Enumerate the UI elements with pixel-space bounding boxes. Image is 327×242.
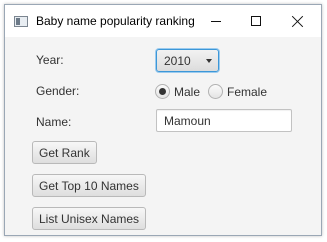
app-window: Baby name popularity ranking Year: 2010 …: [4, 4, 322, 236]
minimize-icon: [211, 20, 221, 22]
app-window-icon: [14, 16, 28, 27]
female-radio-label[interactable]: Female: [227, 85, 267, 99]
list-unisex-names-button[interactable]: List Unisex Names: [32, 207, 147, 230]
title-bar[interactable]: Baby name popularity ranking: [5, 5, 321, 37]
minimize-button[interactable]: [196, 5, 236, 37]
name-label: Name:: [36, 115, 72, 129]
close-icon: [292, 16, 303, 27]
get-rank-button[interactable]: Get Rank: [32, 141, 97, 164]
gender-label: Gender:: [36, 84, 80, 98]
close-button[interactable]: [277, 5, 317, 37]
maximize-icon: [251, 16, 261, 26]
male-radio-label[interactable]: Male: [174, 85, 200, 99]
male-radio[interactable]: [155, 84, 170, 99]
chevron-down-icon: [206, 59, 212, 63]
year-selected-value: 2010: [164, 54, 191, 68]
get-top-10-names-button[interactable]: Get Top 10 Names: [32, 174, 146, 197]
name-input[interactable]: [156, 109, 292, 132]
year-label: Year:: [36, 53, 64, 67]
window-title: Baby name popularity ranking: [36, 14, 195, 28]
maximize-button[interactable]: [236, 5, 276, 37]
female-radio[interactable]: [208, 84, 223, 99]
form-panel: Year: 2010 Gender: Male Female Name: Get…: [5, 37, 321, 235]
year-combobox[interactable]: 2010: [156, 49, 219, 72]
